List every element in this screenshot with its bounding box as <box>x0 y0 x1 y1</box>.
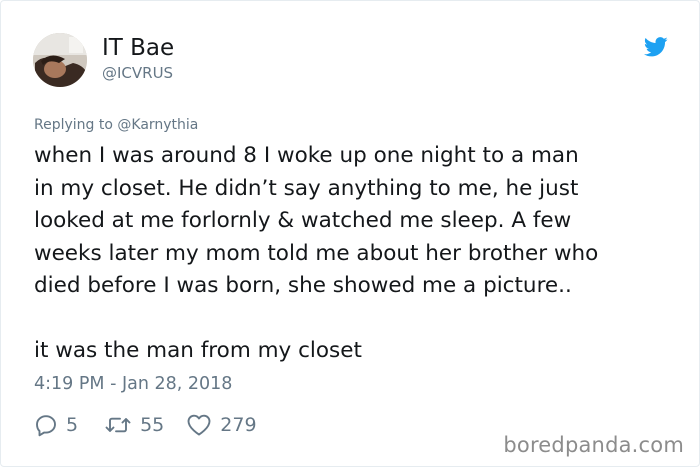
watermark: boredpanda.com <box>503 433 684 457</box>
like-button[interactable]: 279 <box>186 412 257 438</box>
tweet-actions: 5 55 279 <box>34 411 257 439</box>
tweet-line: in my closet. He didn’t say anything to … <box>34 175 579 201</box>
tweet-card: IT Bae @ICVRUS Replying to @Karnythia wh… <box>0 0 700 467</box>
twitter-bird-icon[interactable] <box>644 37 668 57</box>
tweet-text: when I was around 8 I woke up one night … <box>34 140 684 368</box>
reply-icon <box>36 415 56 437</box>
display-name[interactable]: IT Bae <box>102 34 174 62</box>
handle[interactable]: @ICVRUS <box>102 64 173 82</box>
heart-icon <box>187 414 211 436</box>
tweet-line: looked at me forlornly & watched me slee… <box>34 208 572 233</box>
retweet-icon <box>105 417 131 433</box>
reply-count: 5 <box>66 414 79 436</box>
avatar-image <box>33 33 87 87</box>
retweet-button[interactable]: 55 <box>104 412 164 438</box>
tweet-line: weeks later my mom told me about her bro… <box>34 240 599 266</box>
tweet-line: died before I was born, she showed me a … <box>34 273 572 298</box>
replying-to[interactable]: Replying to @Karnythia <box>34 116 198 134</box>
tweet-line: when I was around 8 I woke up one night … <box>34 143 579 168</box>
timestamp[interactable]: 4:19 PM - Jan 28, 2018 <box>34 373 232 395</box>
retweet-count: 55 <box>140 414 165 436</box>
avatar[interactable] <box>33 33 87 87</box>
like-count: 279 <box>220 414 257 436</box>
tweet-line-final: it was the man from my closet <box>34 338 362 363</box>
reply-button[interactable]: 5 <box>34 412 78 438</box>
